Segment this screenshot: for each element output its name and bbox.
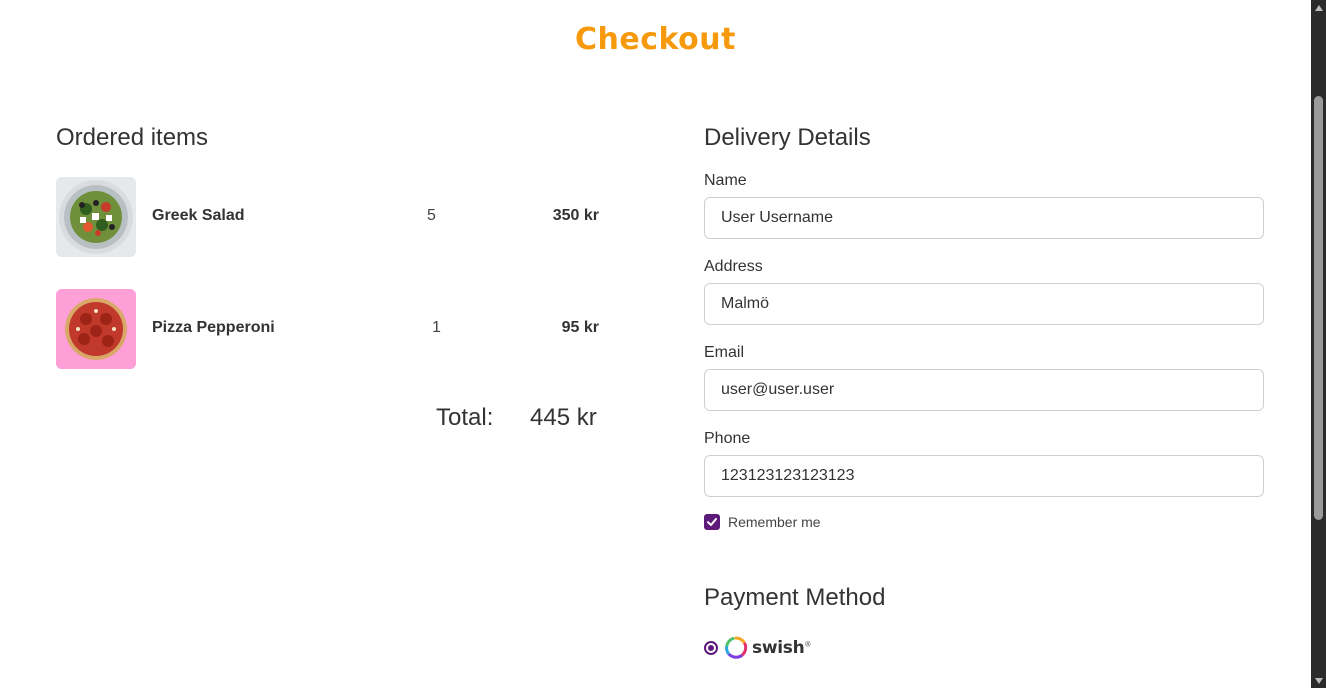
ordered-items-heading: Ordered items xyxy=(56,124,209,151)
scrollbar-thumb[interactable] xyxy=(1314,96,1323,520)
page-title: Checkout xyxy=(575,22,736,57)
email-field[interactable] xyxy=(704,369,1264,411)
remember-me-row: Remember me xyxy=(704,514,821,530)
total-value: 445 kr xyxy=(530,404,597,431)
radio-selected-dot xyxy=(708,645,714,651)
swish-payment-option[interactable]: swish® xyxy=(704,636,811,660)
order-item: Pizza Pepperoni 1 95 kr xyxy=(56,289,601,369)
item-name: Greek Salad xyxy=(152,207,245,224)
swish-icon xyxy=(725,636,748,659)
delivery-details-heading: Delivery Details xyxy=(704,124,871,151)
name-label: Name xyxy=(704,172,747,189)
order-item: Greek Salad 5 350 kr xyxy=(56,177,601,257)
swish-radio[interactable] xyxy=(704,641,718,655)
address-field[interactable] xyxy=(704,283,1264,325)
remember-me-label[interactable]: Remember me xyxy=(728,514,821,530)
scroll-down-arrow-icon[interactable] xyxy=(1311,673,1326,688)
item-price: 350 kr xyxy=(552,207,599,224)
item-quantity: 1 xyxy=(432,319,441,336)
email-label: Email xyxy=(704,344,745,361)
scroll-up-arrow-icon[interactable] xyxy=(1311,0,1326,15)
item-quantity: 5 xyxy=(427,207,436,224)
phone-field[interactable] xyxy=(704,455,1264,497)
swish-wordmark: swish® xyxy=(752,638,812,658)
remember-me-checkbox[interactable] xyxy=(704,514,720,530)
check-icon xyxy=(707,518,717,526)
payment-method-heading: Payment Method xyxy=(704,584,886,611)
vertical-scrollbar[interactable] xyxy=(1311,0,1326,688)
name-field[interactable] xyxy=(704,197,1264,239)
checkout-page: Checkout Ordered items Greek Salad 5 350… xyxy=(0,0,1311,688)
item-price: 95 kr xyxy=(561,319,599,336)
total-label: Total: xyxy=(436,404,494,431)
swish-logo: swish® xyxy=(724,636,811,660)
address-label: Address xyxy=(704,258,763,275)
greek-salad-image xyxy=(56,177,136,257)
phone-label: Phone xyxy=(704,430,751,447)
pizza-pepperoni-image xyxy=(56,289,136,369)
item-name: Pizza Pepperoni xyxy=(152,319,275,336)
